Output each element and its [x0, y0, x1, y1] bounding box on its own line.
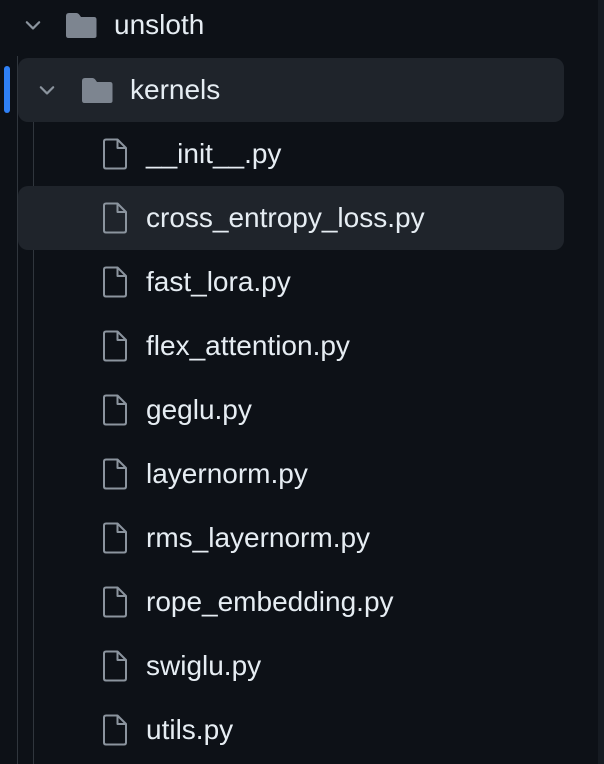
tree-item-file[interactable]: layernorm.py [18, 442, 564, 506]
file-icon [103, 586, 127, 618]
file-icon [103, 458, 127, 490]
active-item-indicator [4, 66, 10, 113]
file-icon [103, 138, 127, 170]
file-name: rope_embedding.py [146, 586, 394, 617]
tree-item-file[interactable]: __init__.py [18, 122, 564, 186]
chevron-down-icon[interactable] [36, 79, 58, 101]
folder-name: unsloth [114, 9, 205, 40]
tree-item-file[interactable]: fast_lora.py [18, 250, 564, 314]
file-icon [103, 650, 127, 682]
file-icon [103, 266, 127, 298]
tree-item-file[interactable]: flex_attention.py [18, 314, 564, 378]
tree-item-file[interactable]: geglu.py [18, 378, 564, 442]
panel-border [598, 0, 604, 764]
file-name: utils.py [146, 714, 234, 745]
file-name: geglu.py [146, 394, 252, 425]
folder-icon [82, 78, 113, 103]
file-name: swiglu.py [146, 650, 262, 681]
file-tree: unsloth kernels __init__.py cross_entrop… [0, 0, 604, 764]
file-icon [103, 330, 127, 362]
file-name: flex_attention.py [146, 330, 350, 361]
chevron-down-icon[interactable] [22, 14, 44, 36]
tree-item-file[interactable]: utils.py [18, 698, 564, 762]
file-name: fast_lora.py [146, 266, 291, 297]
file-icon [103, 714, 127, 746]
file-icon [103, 522, 127, 554]
tree-item-file[interactable]: rms_layernorm.py [18, 506, 564, 570]
tree-item-file[interactable]: rope_embedding.py [18, 570, 564, 634]
folder-icon [66, 13, 97, 38]
tree-item-file[interactable]: cross_entropy_loss.py [18, 186, 564, 250]
file-name: cross_entropy_loss.py [146, 202, 425, 233]
tree-item-folder-unsloth[interactable]: unsloth [2, 0, 564, 57]
file-name: rms_layernorm.py [146, 522, 371, 553]
folder-name: kernels [130, 74, 221, 105]
file-name: __init__.py [146, 138, 282, 169]
tree-item-file[interactable]: swiglu.py [18, 634, 564, 698]
file-icon [103, 202, 127, 234]
file-icon [103, 394, 127, 426]
file-name: layernorm.py [146, 458, 308, 489]
tree-item-folder-kernels[interactable]: kernels [18, 58, 564, 122]
